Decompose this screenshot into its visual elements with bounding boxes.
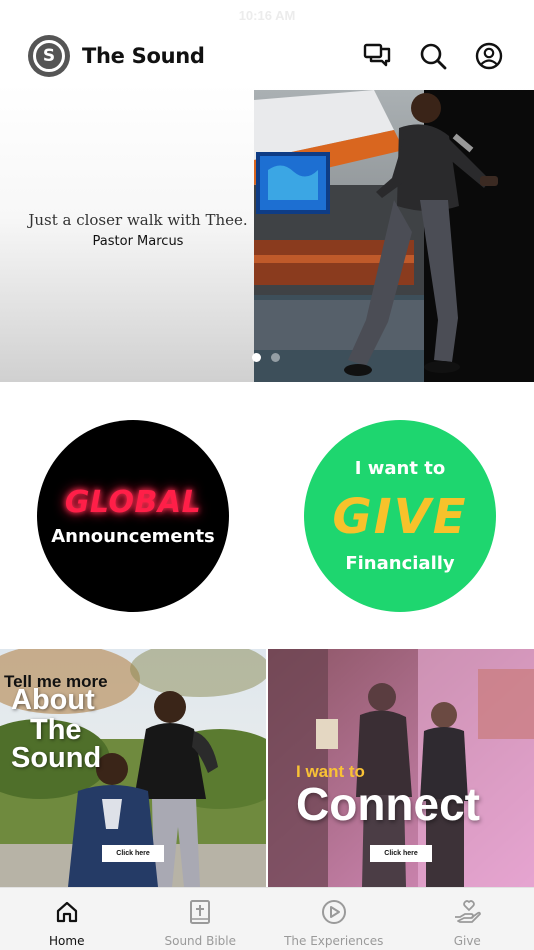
status-time: 10:16 AM bbox=[238, 7, 296, 23]
about-the-sound-tile[interactable]: Tell me more About The Sound Click here bbox=[0, 649, 266, 887]
about-line-1: About bbox=[11, 684, 95, 716]
about-line-2: The bbox=[30, 714, 82, 746]
tab-home-label: Home bbox=[49, 934, 85, 948]
app-logo[interactable]: S bbox=[28, 35, 70, 77]
carousel-dot-1[interactable] bbox=[252, 353, 261, 362]
app-title: The Sound bbox=[82, 44, 205, 68]
hero-quote: Just a closer walk with Thee. bbox=[28, 211, 248, 229]
hero-photo bbox=[254, 90, 534, 382]
bible-icon bbox=[186, 898, 214, 926]
hero-carousel[interactable]: Just a closer walk with Thee. Pastor Mar… bbox=[0, 83, 534, 382]
give-financially-button[interactable]: I want to GIVE Financially bbox=[304, 420, 496, 612]
search-icon bbox=[420, 43, 447, 70]
tab-sound-bible-label: Sound Bible bbox=[164, 934, 236, 948]
connect-label: Connect bbox=[296, 778, 480, 830]
connect-tile[interactable]: I want to Connect Click here bbox=[268, 649, 534, 887]
hero-caption: Just a closer walk with Thee. Pastor Mar… bbox=[0, 211, 276, 249]
tab-home[interactable]: Home bbox=[0, 888, 134, 950]
carousel-dots bbox=[252, 353, 280, 362]
status-bar: 10:16 AM bbox=[0, 0, 534, 30]
logo-glyph: S bbox=[33, 40, 65, 72]
play-icon bbox=[320, 898, 348, 926]
preacher-image bbox=[254, 90, 534, 382]
home-icon bbox=[53, 898, 81, 926]
give-intro-label: I want to bbox=[354, 458, 446, 479]
global-announcements-button[interactable]: GLOBAL Announcements bbox=[37, 420, 229, 612]
tab-give[interactable]: Give bbox=[401, 888, 534, 950]
global-label: GLOBAL bbox=[64, 485, 202, 520]
hero-author: Pastor Marcus bbox=[92, 234, 184, 249]
carousel-dot-2[interactable] bbox=[271, 353, 280, 362]
financially-label: Financially bbox=[345, 553, 455, 574]
give-heart-hand-icon bbox=[453, 898, 482, 926]
give-label: GIVE bbox=[332, 489, 468, 545]
tab-the-experiences[interactable]: The Experiences bbox=[267, 888, 401, 950]
announcements-label: Announcements bbox=[51, 526, 215, 547]
profile-icon bbox=[475, 42, 503, 70]
connect-click-here-button[interactable]: Click here bbox=[370, 845, 432, 862]
about-click-here-button[interactable]: Click here bbox=[102, 845, 164, 862]
search-button[interactable] bbox=[416, 39, 450, 73]
profile-button[interactable] bbox=[472, 39, 506, 73]
tab-sound-bible[interactable]: Sound Bible bbox=[134, 888, 268, 950]
app-header: S The Sound bbox=[0, 30, 534, 82]
bottom-tab-bar: Home Sound Bible The Experiences Give bbox=[0, 887, 534, 950]
chat-button[interactable] bbox=[360, 39, 394, 73]
tab-give-label: Give bbox=[453, 934, 481, 948]
about-line-3: Sound bbox=[11, 742, 102, 774]
header-actions bbox=[360, 39, 506, 73]
chat-icon bbox=[363, 43, 391, 67]
tab-the-experiences-label: The Experiences bbox=[284, 934, 384, 948]
